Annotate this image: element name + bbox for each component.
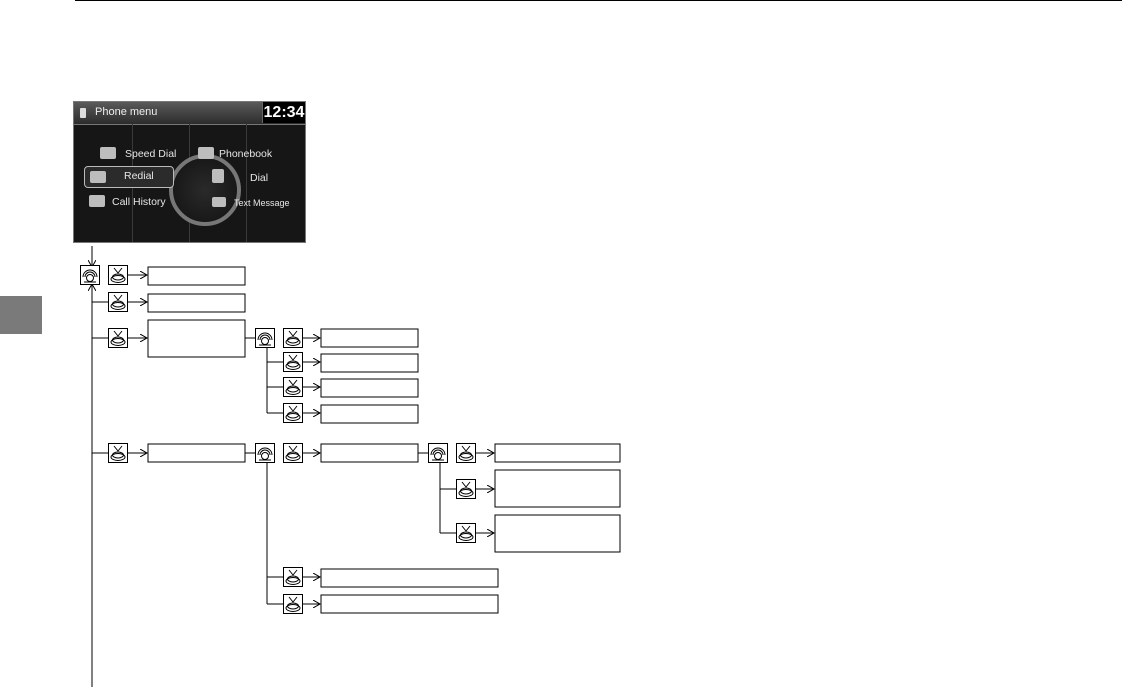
press-icon	[283, 328, 303, 348]
flow-box	[320, 404, 419, 424]
press-icon	[108, 265, 128, 285]
press-icon	[456, 443, 476, 463]
press-icon	[283, 594, 303, 614]
flow-box	[320, 353, 419, 373]
flow-box	[147, 293, 246, 313]
rotate-icon	[255, 443, 275, 463]
flow-box	[494, 469, 621, 508]
flow-diagram	[80, 246, 621, 687]
flow-box	[147, 443, 246, 463]
rotate-icon	[255, 328, 275, 348]
flow-box	[320, 378, 419, 398]
flow-box	[320, 594, 499, 614]
flow-box	[320, 443, 419, 463]
flow-box	[320, 328, 419, 348]
press-icon	[108, 292, 128, 312]
rotate-icon	[80, 265, 100, 285]
press-icon	[108, 443, 128, 463]
press-icon	[456, 479, 476, 499]
press-icon	[283, 352, 303, 372]
press-icon	[283, 567, 303, 587]
flow-box	[320, 568, 499, 588]
flow-box	[147, 266, 246, 286]
rotate-icon	[428, 443, 448, 463]
flow-box	[494, 443, 621, 463]
press-icon	[283, 377, 303, 397]
press-icon	[456, 523, 476, 543]
flow-box	[147, 319, 246, 358]
flow-box	[494, 514, 621, 553]
press-icon	[283, 443, 303, 463]
press-icon	[108, 328, 128, 348]
press-icon	[283, 403, 303, 423]
